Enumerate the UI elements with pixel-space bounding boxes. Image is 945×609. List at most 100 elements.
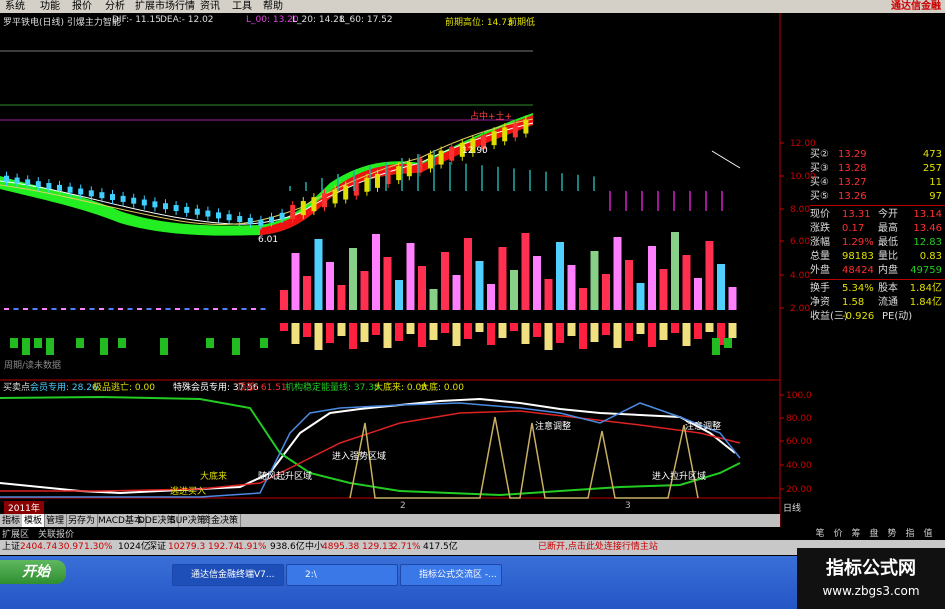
menu-quote[interactable]: 报价	[72, 0, 92, 13]
tab-template[interactable]: 模板	[22, 514, 46, 528]
volume-lower-bar	[671, 323, 679, 333]
sz-value: 10279.3	[168, 542, 206, 552]
volume-bar	[556, 242, 564, 310]
sh-amount: 1024亿	[118, 542, 150, 552]
right-tab-daily[interactable]: 日线	[783, 501, 801, 514]
stat-val: 1.29%	[842, 237, 874, 248]
sz-amount: 938.6亿	[270, 542, 305, 552]
volume-lower-bar	[694, 323, 702, 339]
menu-help[interactable]: 帮助	[263, 0, 283, 13]
volume-bar	[648, 246, 656, 310]
menu-info[interactable]: 资讯	[200, 0, 220, 13]
year-label: 2011年	[4, 501, 44, 514]
vtab-chip[interactable]: 筹	[848, 528, 864, 540]
dotted-marker	[184, 308, 190, 310]
volume-bar	[475, 261, 484, 310]
volume-bar	[625, 260, 633, 310]
vtab-bi[interactable]: 笔	[812, 528, 828, 540]
price-tick: 8.00	[790, 205, 810, 215]
stat-key2: 最低	[878, 237, 898, 248]
volume-bar	[579, 288, 587, 310]
volume-bar	[326, 262, 334, 310]
tab-related-quote[interactable]: 关联报价	[38, 527, 74, 540]
volume-lower-bar	[705, 323, 714, 332]
volume-bar	[406, 243, 415, 310]
stat-val: 13.31	[842, 209, 871, 220]
volume-bar	[694, 278, 702, 310]
label-escape: 逃进买入	[170, 487, 207, 497]
vtab-index[interactable]: 指	[902, 528, 918, 540]
kline-chart[interactable]: 12.0010.008.006.004.002.00100.080.0060.0…	[0, 13, 945, 528]
green-bar	[76, 338, 84, 348]
stat-key: 外盘	[810, 265, 830, 276]
legend2-name: 买卖点	[3, 383, 31, 393]
connection-status[interactable]: 已断开,点击此处连接行情主站	[538, 540, 658, 555]
dotted-marker	[118, 308, 123, 310]
stat2-val: 1.58	[842, 297, 865, 308]
volume-lower-bar	[648, 323, 656, 347]
menu-ext-market[interactable]: 扩展市场行情	[135, 0, 195, 13]
volume-lower-bar	[613, 323, 622, 348]
sz-label: 深证	[148, 542, 167, 552]
dotted-marker	[42, 308, 47, 310]
tab-extension[interactable]: 扩展区	[2, 527, 29, 540]
stat2-row: 收益(三) -0.926 PE(动)	[810, 310, 945, 323]
menu-system[interactable]: 系统	[5, 0, 25, 13]
menu-function[interactable]: 功能	[40, 0, 60, 13]
green-bar	[118, 338, 126, 348]
tab-manage[interactable]: 管理	[44, 514, 68, 528]
vtab-trend[interactable]: 势	[884, 528, 900, 540]
watermark-logo: 指标公式网 www.zbgs3.com	[797, 548, 945, 609]
price-tick: 2.00	[790, 304, 810, 314]
volume-lower-bar	[636, 323, 645, 334]
volume-lower-bar	[556, 323, 564, 343]
stat-row: 现价 13.31 今开 13.14	[810, 208, 945, 221]
green-bar	[724, 338, 732, 348]
task-forum[interactable]: 指标公式交流区 -...	[400, 564, 502, 586]
volume-lower-bar	[590, 323, 599, 342]
stat2-key: 净资	[810, 297, 830, 308]
vtab-value[interactable]: 值	[920, 528, 936, 540]
green-bar	[260, 338, 268, 348]
green-bar	[10, 338, 18, 348]
volume-lower-bar	[337, 323, 346, 336]
volume-lower-bar	[728, 323, 737, 338]
menu-tools[interactable]: 工具	[232, 0, 252, 13]
stat2-val: -0.926	[842, 311, 875, 322]
volume-bar	[395, 280, 403, 310]
stat-key: 涨跌	[810, 223, 830, 234]
stat-val2: 13.46	[913, 223, 942, 234]
task-drive[interactable]: 2:\	[286, 564, 398, 586]
volume-bar	[337, 285, 346, 310]
tab-indicator[interactable]: 指标	[0, 514, 24, 528]
vtab-disk[interactable]: 盘	[866, 528, 882, 540]
green-bar	[34, 338, 42, 348]
tab-save-as[interactable]: 另存为	[66, 514, 99, 528]
chart-area[interactable]: 12.00 10.00 8.00 6.00 4.00 2.00 100.0 80.00 60.0…	[0, 13, 945, 528]
start-button[interactable]: 开始	[0, 560, 66, 584]
low-price-label: 6.01	[258, 235, 279, 245]
volume-lower-bar	[303, 323, 311, 337]
stat-row: 外盘 48424 内盘 49759	[810, 264, 945, 277]
task-tdx[interactable]: 通达信金融终端V7...	[172, 564, 284, 586]
dotted-marker	[80, 308, 85, 310]
dotted-marker	[108, 308, 114, 310]
dotted-marker	[23, 308, 28, 310]
dotted-marker	[99, 308, 104, 310]
quote-key: 买②	[810, 149, 829, 160]
stat-key2: 今开	[878, 209, 898, 220]
stat-val2: 12.83	[913, 237, 942, 248]
volume-bar	[303, 276, 311, 310]
green-bar	[712, 338, 720, 355]
volume-lower-bar	[625, 323, 633, 341]
volume-lower-bar	[291, 323, 300, 344]
volume-lower-bar	[521, 323, 530, 344]
vtab-price[interactable]: 价	[830, 528, 846, 540]
menu-analysis[interactable]: 分析	[105, 0, 125, 13]
stat-val: 98183	[842, 251, 874, 262]
indicator-tabs: 指标 模板 管理 另存为 MACD基本 DDE决策 SUP决策 资金决策	[0, 514, 780, 528]
green-bar	[46, 338, 54, 355]
sh-label: 上证	[2, 542, 21, 552]
volume-lower-bar	[464, 323, 472, 339]
tab-fund[interactable]: 资金决策	[200, 514, 242, 528]
